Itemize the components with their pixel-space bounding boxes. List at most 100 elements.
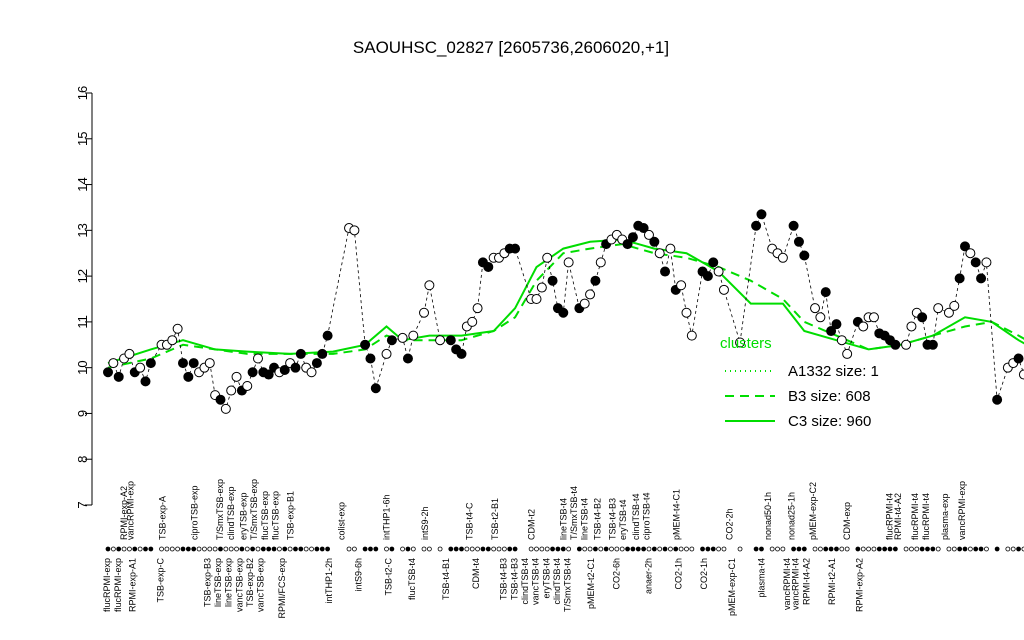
rug-marks — [105, 546, 1024, 552]
rug-mark — [223, 546, 229, 552]
rug-mark — [426, 546, 432, 552]
data-point — [536, 282, 547, 293]
x-label-top: pMEM-t4-C1 — [671, 489, 681, 540]
rug-mark — [587, 546, 593, 552]
rug-mark — [539, 546, 545, 552]
data-point — [654, 248, 665, 259]
data-point — [718, 284, 729, 295]
rug-mark — [528, 546, 534, 552]
data-point — [177, 358, 188, 369]
data-point — [981, 257, 992, 268]
y-tick-label: 12 — [75, 269, 90, 283]
rug-mark — [796, 546, 802, 552]
rug-mark — [903, 546, 909, 552]
y-tick-label: 10 — [75, 360, 90, 374]
rug-mark — [137, 546, 143, 552]
legend-title: clusters — [720, 335, 772, 352]
rug-mark — [271, 546, 277, 552]
rug-mark — [1016, 546, 1021, 552]
rug-mark — [721, 546, 727, 552]
x-label-bottom: pMEM-exp-C1 — [727, 558, 737, 616]
rug-mark — [255, 546, 261, 552]
rug-mark — [1010, 546, 1016, 552]
data-point — [563, 257, 574, 268]
rug-mark — [127, 546, 132, 552]
rug-mark — [593, 546, 598, 552]
legend-label-b3: B3 size: 608 — [788, 388, 871, 405]
rug-mark — [919, 546, 925, 552]
rug-mark — [325, 546, 331, 552]
data-point — [167, 335, 178, 346]
rug-mark — [834, 546, 839, 552]
data-point — [172, 323, 183, 334]
rug-mark — [1005, 546, 1011, 552]
rug-mark — [105, 546, 111, 552]
data-point — [290, 362, 301, 373]
data-point — [585, 289, 596, 300]
data-point — [590, 275, 601, 286]
x-label-bottom: flucRPMI-exp — [102, 558, 112, 612]
rug-mark — [475, 546, 480, 552]
x-label-top: intS9-2h — [420, 506, 430, 540]
x-label-bottom: TSB-t4-B3 — [499, 558, 509, 600]
data-points — [103, 209, 1024, 414]
data-point — [676, 280, 687, 291]
rug-mark — [935, 546, 941, 552]
rug-mark — [603, 546, 609, 552]
rug-mark — [212, 546, 218, 552]
rug-mark — [871, 546, 877, 552]
x-label-top: ciproTSB-t4 — [641, 492, 651, 540]
rug-mark — [828, 546, 834, 552]
data-point — [311, 358, 322, 369]
data-point — [708, 257, 719, 268]
rug-mark — [882, 546, 888, 552]
data-point — [145, 358, 156, 369]
data-point — [188, 358, 199, 369]
rug-mark — [609, 546, 614, 552]
rug-mark — [892, 546, 898, 552]
x-label-top: colist-exp — [337, 502, 347, 540]
legend: clusters A1332 size: 1 B3 size: 608 C3 s… — [720, 335, 879, 430]
x-label-bottom: CO2-1h — [699, 558, 709, 590]
rug-mark — [309, 546, 314, 552]
rug-mark — [276, 546, 282, 552]
rug-mark — [662, 546, 668, 552]
rug-mark — [228, 546, 234, 552]
data-point — [215, 394, 226, 405]
data-point — [954, 273, 965, 284]
y-tick-label: 13 — [75, 223, 90, 237]
rug-mark — [110, 546, 116, 552]
x-label-top: T/SmxTSB-exp — [249, 479, 259, 540]
x-label-top: TSB-exp-B1 — [285, 491, 295, 540]
rug-mark — [148, 546, 154, 552]
data-point — [408, 330, 419, 341]
rug-mark — [759, 546, 764, 552]
data-point — [435, 335, 446, 346]
data-point — [842, 348, 853, 359]
legend-label-c3: C3 size: 960 — [788, 413, 871, 430]
data-point — [317, 348, 328, 359]
x-label-bottom: TSB-t4-B3 — [509, 558, 519, 600]
rug-mark — [909, 546, 914, 552]
rug-mark — [164, 546, 170, 552]
rug-mark — [169, 546, 175, 552]
rug-mark — [855, 546, 861, 552]
rug-mark — [555, 546, 561, 552]
rug-mark — [817, 546, 823, 552]
data-point — [349, 225, 360, 236]
rug-mark — [957, 546, 963, 552]
data-point — [1013, 353, 1024, 364]
data-point — [933, 303, 944, 314]
rug-mark — [250, 546, 256, 552]
rug-mark — [668, 546, 673, 552]
x-label-top: TSB-t4-B3 — [607, 498, 617, 540]
x-label-top: CDM-t2 — [526, 509, 536, 540]
data-point — [756, 209, 767, 220]
series-line-2 — [107, 238, 1024, 365]
x-label-top: TSB-t4-C — [465, 502, 475, 540]
rug-mark — [560, 546, 566, 552]
rug-mark — [453, 546, 459, 552]
data-point — [306, 367, 317, 378]
x-label-bottom: CO2-1h — [673, 558, 683, 590]
rug-mark — [576, 546, 582, 552]
